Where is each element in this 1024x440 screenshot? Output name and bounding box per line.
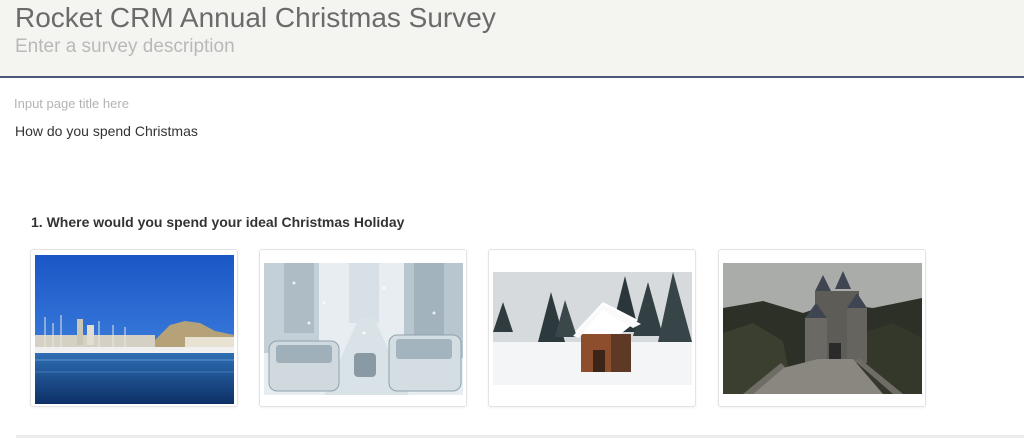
snowy-city-traffic-photo <box>264 263 463 395</box>
page-divider <box>16 435 1024 438</box>
survey-title[interactable]: Rocket CRM Annual Christmas Survey <box>15 2 496 34</box>
image-choice-3[interactable] <box>488 249 696 407</box>
image-choice-1[interactable] <box>30 249 238 407</box>
image-choice-4[interactable] <box>718 249 926 407</box>
survey-header: Rocket CRM Annual Christmas Survey Enter… <box>0 0 1024 78</box>
question-title: 1. Where would you spend your ideal Chri… <box>31 214 405 230</box>
page-description[interactable]: How do you spend Christmas <box>15 123 198 139</box>
castle-photo <box>723 263 922 394</box>
image-choices <box>30 249 930 409</box>
image-choice-2[interactable] <box>259 249 467 407</box>
snowy-cabin-photo <box>493 272 692 385</box>
harbor-city-photo <box>35 255 234 404</box>
page-title-input[interactable] <box>14 96 414 111</box>
survey-description-placeholder[interactable]: Enter a survey description <box>15 36 235 58</box>
